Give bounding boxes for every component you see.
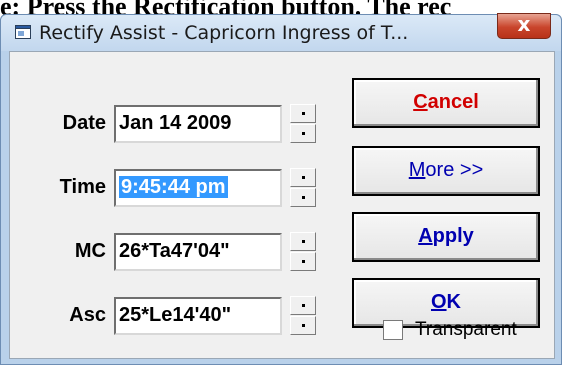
mc-spinner[interactable]: [290, 232, 316, 272]
transparent-checkbox[interactable]: [383, 320, 403, 340]
spin-up-button[interactable]: [290, 232, 316, 251]
transparent-label[interactable]: Transparent: [415, 319, 517, 341]
spin-up-button[interactable]: [290, 296, 316, 315]
cancel-accelerator: C: [413, 91, 428, 113]
spin-up-button[interactable]: [290, 168, 316, 187]
spin-down-button[interactable]: [290, 252, 316, 271]
app-icon: [15, 25, 31, 39]
more-accelerator: M: [408, 159, 426, 181]
apply-button[interactable]: Apply: [352, 212, 540, 262]
arrow-up-icon: [302, 304, 305, 307]
dialog-client-area: Date Jan 14 2009 Time 9:45:44 pm MC 26*T…: [9, 51, 555, 359]
mc-field[interactable]: 26*Ta47'04": [114, 233, 282, 271]
rectify-assist-dialog: Rectify Assist - Capricorn Ingress of T.…: [0, 12, 562, 365]
date-label: Date: [62, 112, 106, 134]
close-icon: x: [517, 12, 531, 36]
window-title: Rectify Assist - Capricorn Ingress of T.…: [39, 22, 409, 44]
mc-label: MC: [74, 240, 106, 262]
date-field[interactable]: Jan 14 2009: [114, 105, 282, 143]
arrow-up-icon: [302, 176, 305, 179]
ok-accelerator: O: [430, 291, 447, 313]
arrow-up-icon: [302, 112, 305, 115]
time-field[interactable]: 9:45:44 pm: [114, 169, 282, 207]
spin-down-button[interactable]: [290, 124, 316, 143]
spin-up-button[interactable]: [290, 104, 316, 123]
arrow-up-icon: [302, 240, 305, 243]
time-label: Time: [59, 176, 106, 198]
arrow-down-icon: [302, 260, 305, 263]
arrow-down-icon: [302, 132, 305, 135]
asc-spinner[interactable]: [290, 296, 316, 336]
spin-down-button[interactable]: [290, 188, 316, 207]
more-button[interactable]: More >>: [352, 146, 540, 196]
cancel-label: ancel: [427, 91, 479, 113]
arrow-down-icon: [302, 196, 305, 199]
asc-label: Asc: [69, 304, 106, 326]
time-selected-text: 9:45:44 pm: [119, 176, 228, 198]
title-bar[interactable]: Rectify Assist - Capricorn Ingress of T.…: [1, 12, 561, 51]
ok-label: K: [446, 291, 461, 313]
arrow-down-icon: [302, 324, 305, 327]
more-label: ore >>: [425, 159, 484, 181]
cancel-button[interactable]: Cancel: [352, 78, 540, 128]
time-spinner[interactable]: [290, 168, 316, 208]
date-spinner[interactable]: [290, 104, 316, 144]
asc-field[interactable]: 25*Le14'40": [114, 297, 282, 335]
close-button[interactable]: x: [497, 12, 551, 39]
spin-down-button[interactable]: [290, 316, 316, 335]
apply-label: pply: [432, 225, 474, 247]
apply-accelerator: A: [418, 225, 433, 247]
